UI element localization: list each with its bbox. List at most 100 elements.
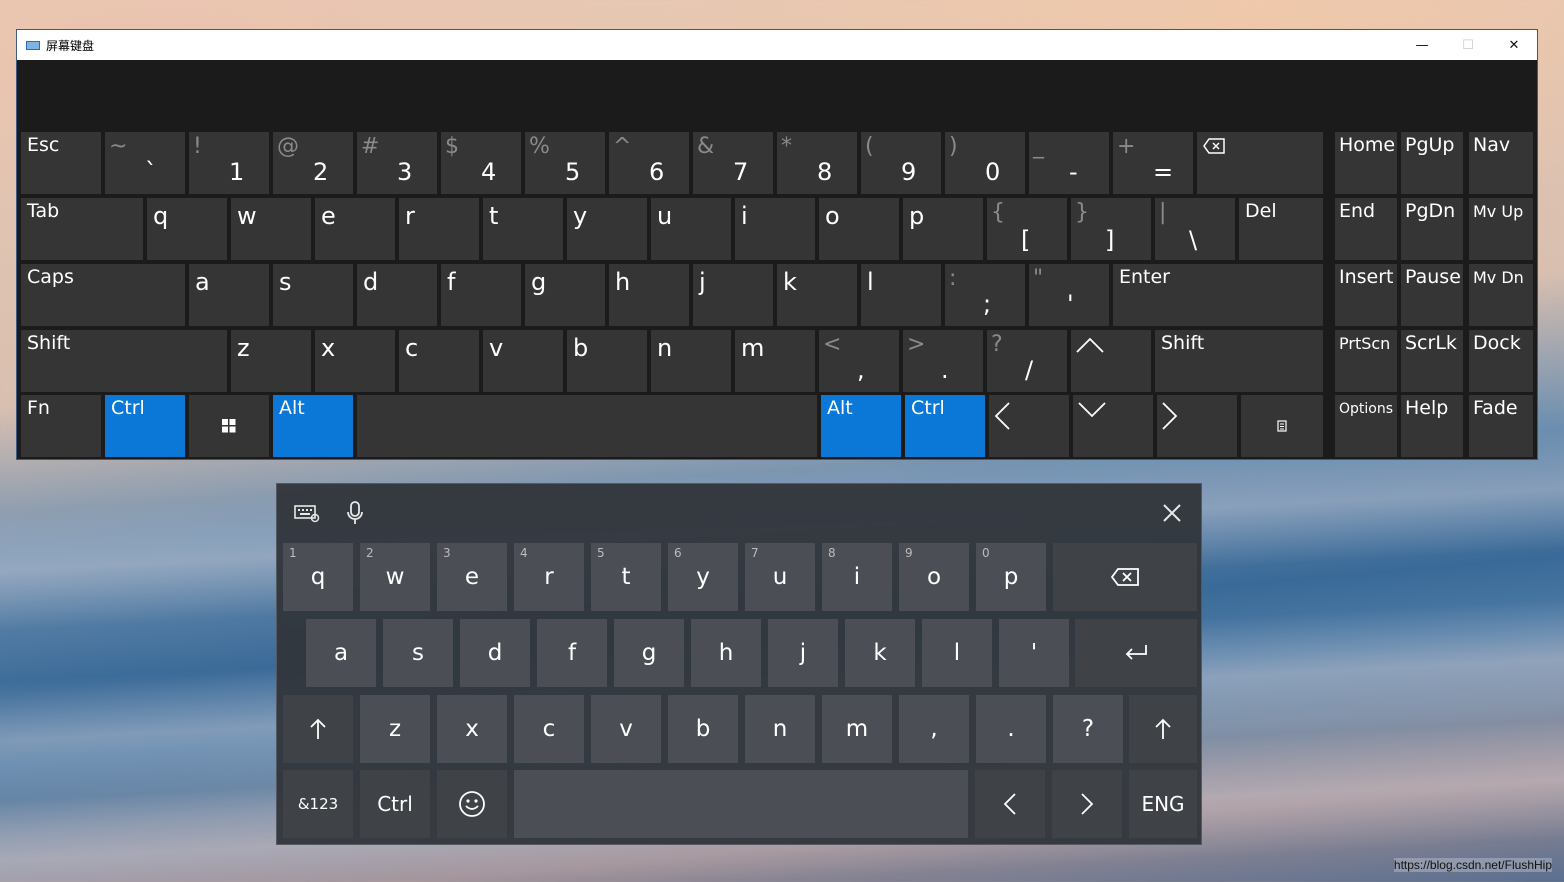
touch-key-apostrophe[interactable]: ' — [999, 619, 1069, 687]
fade-key[interactable]: Fade — [1469, 395, 1533, 457]
prtscn-key[interactable]: PrtScn — [1335, 330, 1397, 392]
key-l[interactable]: l — [861, 264, 941, 326]
close-icon[interactable] — [1157, 498, 1187, 528]
pgdn-key[interactable]: PgDn — [1401, 198, 1463, 260]
mvup-key[interactable]: Mv Up — [1469, 198, 1533, 260]
key-2[interactable]: @2 — [273, 132, 353, 194]
touch-shift-left-key[interactable] — [283, 695, 353, 763]
key-slash[interactable]: ? / — [987, 330, 1067, 392]
touch-key-s[interactable]: s — [383, 619, 453, 687]
touch-space-key[interactable] — [514, 770, 968, 838]
touch-emoji-key[interactable] — [437, 770, 507, 838]
touch-key-l[interactable]: l — [922, 619, 992, 687]
options-key[interactable]: Options — [1335, 395, 1397, 457]
key-7[interactable]: & 7 — [693, 132, 773, 194]
key-f[interactable]: f — [441, 264, 521, 326]
touch-key-y[interactable]: 6y — [668, 543, 738, 611]
key-p[interactable]: p — [903, 198, 983, 260]
insert-key[interactable]: Insert — [1335, 264, 1397, 326]
touch-key-a[interactable]: a — [306, 619, 376, 687]
help-key[interactable]: Help — [1401, 395, 1463, 457]
touch-backspace-key[interactable] — [1053, 543, 1197, 611]
key-3[interactable]: #3 — [357, 132, 437, 194]
nav-key[interactable]: Nav — [1469, 132, 1533, 194]
key-minus[interactable]: _ - — [1029, 132, 1109, 194]
key-i[interactable]: i — [735, 198, 815, 260]
touch-key-u[interactable]: 7u — [745, 543, 815, 611]
arrow-down-key[interactable] — [1073, 395, 1153, 457]
arrow-right-key[interactable] — [1157, 395, 1237, 457]
shift-right-key[interactable]: Shift — [1155, 330, 1323, 392]
windows-key[interactable] — [189, 395, 269, 457]
key-equals[interactable]: + = — [1113, 132, 1193, 194]
key-t[interactable]: t — [483, 198, 563, 260]
key-x[interactable]: x — [315, 330, 395, 392]
touch-key-comma[interactable]: , — [899, 695, 969, 763]
alt-right-key[interactable]: Alt — [821, 395, 901, 457]
key-8[interactable]: * 8 — [777, 132, 857, 194]
key-m[interactable]: m — [735, 330, 815, 392]
key-d[interactable]: d — [357, 264, 437, 326]
key-y[interactable]: y — [567, 198, 647, 260]
key-s[interactable]: s — [273, 264, 353, 326]
key-period[interactable]: >. — [903, 330, 983, 392]
touch-key-w[interactable]: 2w — [360, 543, 430, 611]
key-j[interactable]: j — [693, 264, 773, 326]
key-backtick[interactable]: ~ ` — [105, 132, 185, 194]
scrlk-key[interactable]: ScrLk — [1401, 330, 1463, 392]
touch-key-k[interactable]: k — [845, 619, 915, 687]
enter-key[interactable]: Enter — [1113, 264, 1323, 326]
key-5[interactable]: % 5 — [525, 132, 605, 194]
menu-key[interactable] — [1241, 395, 1323, 457]
microphone-icon[interactable] — [340, 498, 370, 528]
caps-key[interactable]: Caps — [21, 264, 185, 326]
touch-key-f[interactable]: f — [537, 619, 607, 687]
key-o[interactable]: o — [819, 198, 899, 260]
home-key[interactable]: Home — [1335, 132, 1397, 194]
key-rbracket[interactable]: }] — [1071, 198, 1151, 260]
key-b[interactable]: b — [567, 330, 647, 392]
touch-key-v[interactable]: v — [591, 695, 661, 763]
touch-language-key[interactable]: ENG — [1129, 770, 1197, 838]
key-e[interactable]: e — [315, 198, 395, 260]
touch-key-j[interactable]: j — [768, 619, 838, 687]
touch-key-x[interactable]: x — [437, 695, 507, 763]
key-a[interactable]: a — [189, 264, 269, 326]
key-n[interactable]: n — [651, 330, 731, 392]
mvdn-key[interactable]: Mv Dn — [1469, 264, 1533, 326]
touch-key-z[interactable]: z — [360, 695, 430, 763]
key-9[interactable]: (9 — [861, 132, 941, 194]
key-backslash[interactable]: | \ — [1155, 198, 1235, 260]
touch-key-h[interactable]: h — [691, 619, 761, 687]
touch-shift-right-key[interactable] — [1129, 695, 1197, 763]
touch-key-t[interactable]: 5t — [591, 543, 661, 611]
arrow-left-key[interactable] — [989, 395, 1069, 457]
close-button[interactable]: ✕ — [1491, 30, 1537, 60]
touch-key-period[interactable]: . — [976, 695, 1046, 763]
key-g[interactable]: g — [525, 264, 605, 326]
backspace-key[interactable] — [1197, 132, 1323, 194]
key-q[interactable]: q — [147, 198, 227, 260]
key-c[interactable]: c — [399, 330, 479, 392]
minimize-button[interactable]: — — [1399, 30, 1445, 60]
touch-key-c[interactable]: c — [514, 695, 584, 763]
touch-key-e[interactable]: 3e — [437, 543, 507, 611]
key-0[interactable]: ) 0 — [945, 132, 1025, 194]
key-1[interactable]: ! 1 — [189, 132, 269, 194]
tab-key[interactable]: Tab — [21, 198, 143, 260]
key-v[interactable]: v — [483, 330, 563, 392]
del-key[interactable]: Del — [1239, 198, 1323, 260]
key-semicolon[interactable]: :; — [945, 264, 1025, 326]
touch-key-o[interactable]: 9o — [899, 543, 969, 611]
key-w[interactable]: w — [231, 198, 311, 260]
ctrl-right-key[interactable]: Ctrl — [905, 395, 985, 457]
touch-key-p[interactable]: 0p — [976, 543, 1046, 611]
keyboard-settings-icon[interactable] — [292, 498, 322, 528]
touch-key-r[interactable]: 4r — [514, 543, 584, 611]
key-z[interactable]: z — [231, 330, 311, 392]
touch-key-b[interactable]: b — [668, 695, 738, 763]
key-4[interactable]: $4 — [441, 132, 521, 194]
key-k[interactable]: k — [777, 264, 857, 326]
touch-symbols-key[interactable]: &123 — [283, 770, 353, 838]
touch-key-q[interactable]: 1q — [283, 543, 353, 611]
